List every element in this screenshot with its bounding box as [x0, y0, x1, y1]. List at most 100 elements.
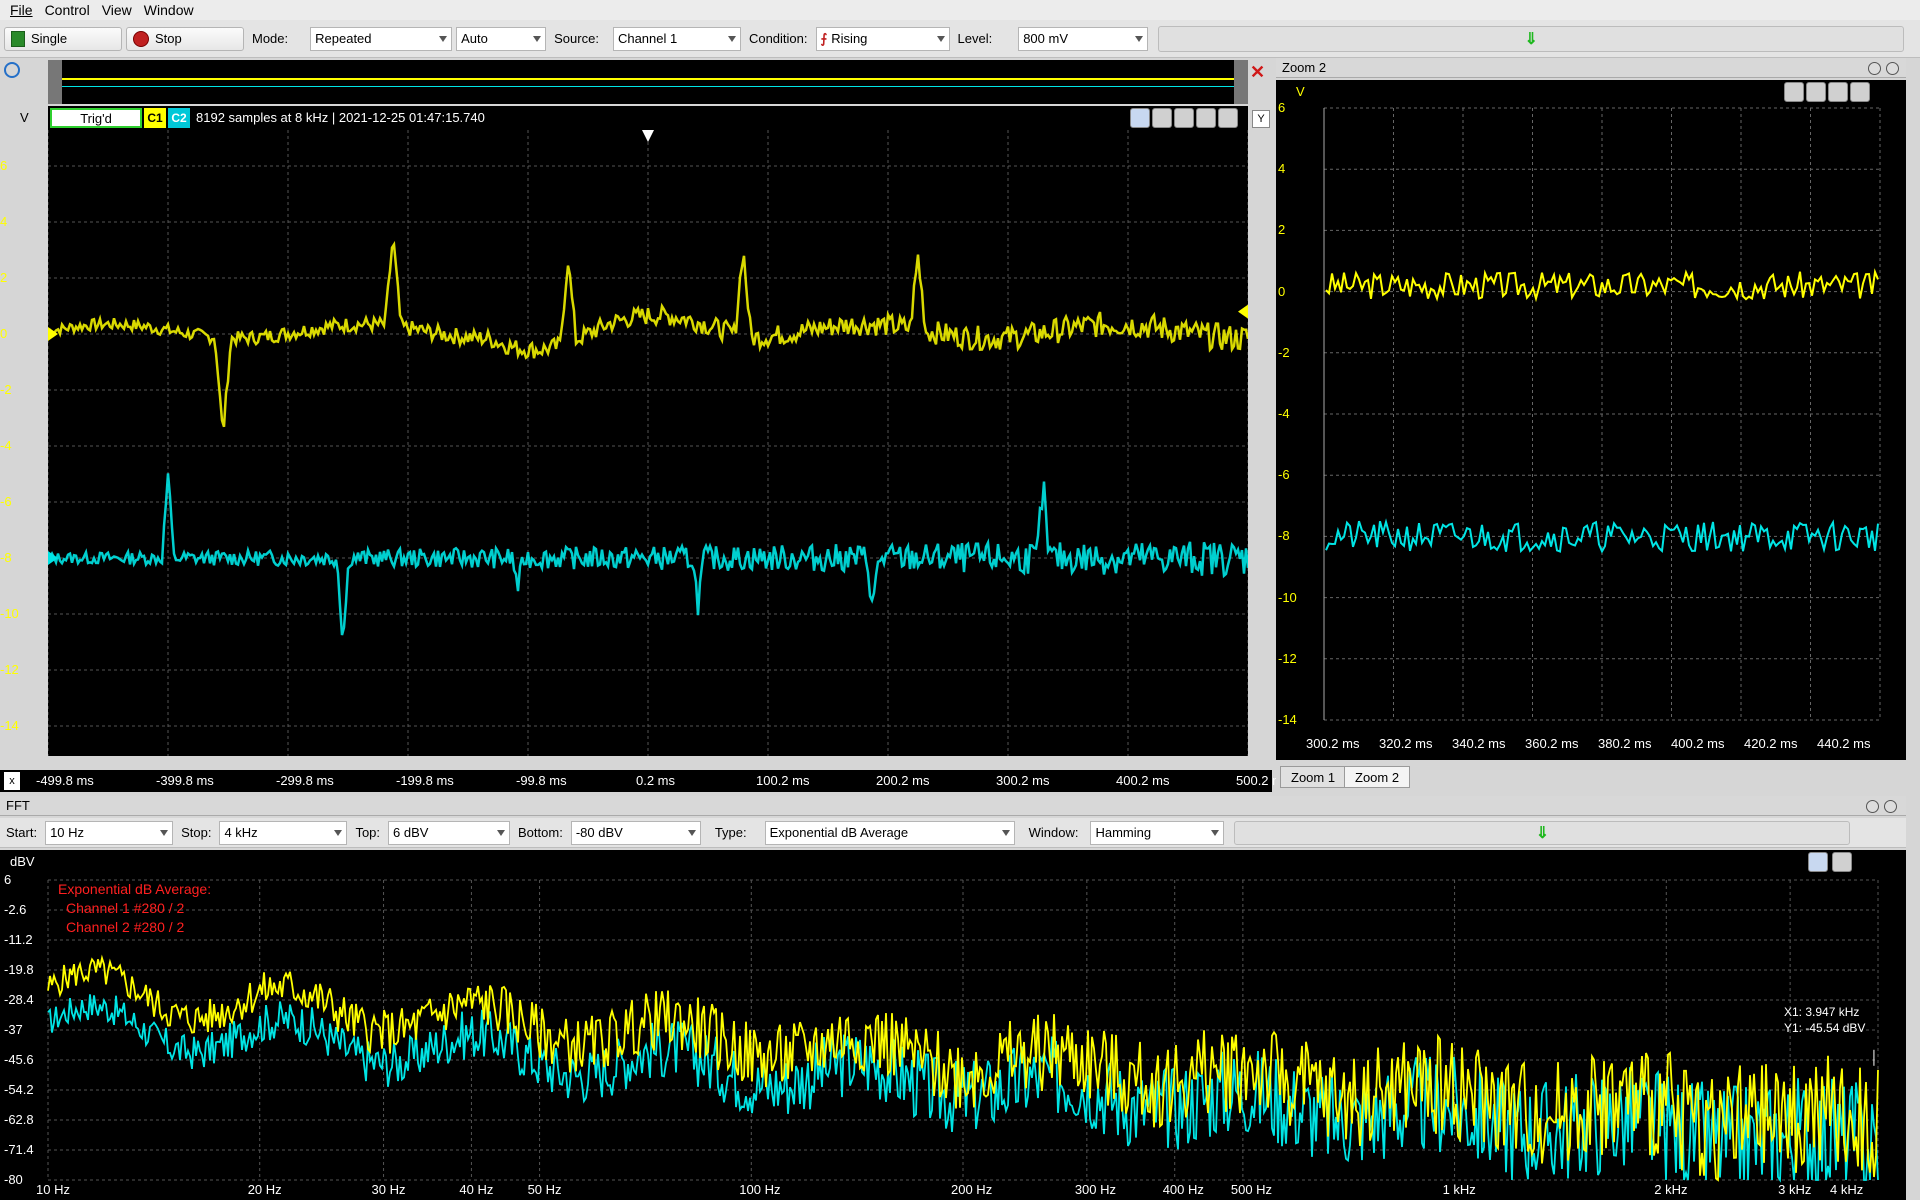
- scope-y-tick: -6: [0, 494, 12, 509]
- fft-type-select[interactable]: Exponential dB Average: [764, 820, 1015, 845]
- chevron-down-icon: [533, 35, 542, 42]
- fft-legend-ch2: Channel 2 #280 / 2: [66, 919, 185, 935]
- condition-select[interactable]: ⨍ Rising: [815, 26, 950, 51]
- zoom-y-tick: -8: [1278, 528, 1290, 544]
- fft-stop-label: Stop:: [181, 825, 212, 840]
- tab-zoom-1[interactable]: Zoom 1: [1280, 766, 1347, 788]
- condition-label: Condition:: [748, 31, 808, 46]
- overview-ch1-trace: [62, 78, 1234, 80]
- scope-x-tick: 400.2 ms: [1116, 773, 1170, 788]
- scope-display[interactable]: Trig'd C1 C2 8192 samples at 8 kHz | 202…: [48, 106, 1248, 756]
- align-center-icon[interactable]: [1174, 108, 1194, 128]
- fft-y-tick: -37: [4, 1022, 23, 1037]
- scope-x-tick: -199.8 ms: [396, 773, 454, 788]
- fft-x-tick: 300 Hz: [1074, 1182, 1117, 1197]
- scope-y-tick: -10: [0, 606, 19, 621]
- fft-cursor-x: X1: 3.947 kHz: [1784, 1005, 1860, 1019]
- chevron-down-icon: [727, 35, 736, 42]
- align-left-icon[interactable]: [1152, 108, 1172, 128]
- scope-x-tick: 0.2 ms: [636, 773, 676, 788]
- fft-y-tick: -19.8: [4, 962, 34, 977]
- zoom-align-right-icon[interactable]: [1828, 82, 1848, 102]
- magnifier-icon[interactable]: [4, 62, 20, 78]
- channel-1-badge[interactable]: C1: [144, 108, 166, 128]
- zoom-x-tick: 440.2 ms: [1817, 736, 1871, 751]
- zoom-align-left-icon[interactable]: [1784, 82, 1804, 102]
- scope-x-tick: 200.2 ms: [876, 773, 930, 788]
- fft-y-tick: -71.4: [4, 1142, 34, 1157]
- toolbar-expander[interactable]: ⇓: [1158, 25, 1905, 52]
- mode-value: Repeated: [315, 31, 372, 46]
- restore-icon[interactable]: [1868, 62, 1881, 75]
- fft-toolbar: Start: 10 Hz Stop: 4 kHz Top: 6 dBV Bott…: [0, 818, 1906, 848]
- source-select[interactable]: Channel 1: [612, 26, 741, 51]
- zoom-title: Zoom 2: [1282, 60, 1327, 75]
- fft-start-input[interactable]: 10 Hz: [45, 820, 174, 845]
- scope-y-tick: -4: [0, 438, 12, 453]
- menu-view[interactable]: View: [102, 2, 132, 18]
- zoom-y-tick: -10: [1278, 589, 1297, 605]
- settings-icon[interactable]: [1218, 108, 1238, 128]
- fft-display[interactable]: dBV Exponential dB Average: Channel 1 #2…: [0, 850, 1906, 1200]
- fft-bottom-input[interactable]: -80 dBV: [570, 820, 701, 845]
- tab-zoom-2[interactable]: Zoom 2: [1344, 766, 1411, 788]
- align-right-icon[interactable]: [1196, 108, 1216, 128]
- scope-y-tick: 4: [0, 214, 8, 229]
- scope-x-tick: -499.8 ms: [36, 773, 94, 788]
- fft-top-label: Top:: [355, 825, 381, 840]
- trigger-level-marker: [1238, 304, 1248, 319]
- overview-ch2-trace: [62, 86, 1234, 87]
- menu-window[interactable]: Window: [144, 2, 194, 18]
- auto-select[interactable]: Auto: [456, 26, 547, 51]
- fft-x-tick: 2 kHz: [1654, 1182, 1688, 1197]
- zoom-display[interactable]: V 6 4 2 0 -2 -4 -6 -8 -10 -12 -14 300.2 ms 320.2 ms…: [1276, 80, 1906, 760]
- acquisition-info: 8192 samples at 8 kHz | 2021-12-25 01:47…: [196, 110, 485, 125]
- fft-legend-title: Exponential dB Average:: [58, 881, 212, 897]
- fft-title: FFT: [6, 798, 30, 813]
- fft-close-icon[interactable]: [1884, 800, 1897, 813]
- scope-y-tick: -8: [0, 550, 12, 565]
- channel-2-badge[interactable]: C2: [168, 108, 190, 128]
- level-value: 800 mV: [1023, 31, 1069, 46]
- close-icon[interactable]: ✕: [1250, 62, 1265, 83]
- zoom-icon[interactable]: [1130, 108, 1150, 128]
- close-window-icon[interactable]: [1886, 62, 1899, 75]
- scope-x-tick: -299.8 ms: [276, 773, 334, 788]
- scope-x-tick: -99.8 ms: [516, 773, 567, 788]
- fft-window-select[interactable]: Hamming: [1090, 820, 1225, 845]
- fft-restore-icon[interactable]: [1866, 800, 1879, 813]
- fft-top-input[interactable]: 6 dBV: [388, 820, 511, 845]
- fft-bottom-label: Bottom:: [518, 825, 563, 840]
- fft-plot: [47, 879, 1879, 1183]
- fft-cursor-icon[interactable]: [1808, 852, 1828, 872]
- level-input[interactable]: 800 mV: [1018, 26, 1149, 51]
- zoom-y-tick: -12: [1278, 650, 1297, 666]
- zoom-settings-icon[interactable]: [1850, 82, 1870, 102]
- mode-label: Mode:: [252, 31, 289, 46]
- fft-title-bar: FFT: [0, 796, 1906, 816]
- fft-window-label: Window:: [1028, 825, 1079, 840]
- fft-x-tick: 100 Hz: [739, 1182, 781, 1197]
- x-axis-button[interactable]: x: [4, 772, 20, 790]
- mode-select[interactable]: Repeated: [310, 26, 453, 51]
- fft-toolbar-expander[interactable]: ⇓: [1234, 820, 1851, 845]
- chevron-down-icon: [439, 35, 448, 42]
- fft-settings-icon[interactable]: [1832, 852, 1852, 872]
- scope-x-tick: -399.8 ms: [156, 773, 214, 788]
- overview-strip[interactable]: [48, 60, 1248, 104]
- menu-control[interactable]: Control: [45, 2, 90, 18]
- stop-icon: [133, 30, 149, 47]
- chevron-down-icon: [497, 829, 506, 836]
- fft-stop-input[interactable]: 4 kHz: [219, 820, 348, 845]
- stop-button[interactable]: Stop: [126, 26, 244, 51]
- zoom-x-tick: 300.2 ms: [1306, 736, 1360, 751]
- fft-start-label: Start:: [6, 825, 38, 840]
- trigger-marker: [642, 130, 654, 142]
- fft-window-value: Hamming: [1095, 825, 1152, 840]
- scope-y-tick: -2: [0, 382, 12, 397]
- chevron-down-icon: [687, 829, 696, 836]
- menu-file[interactable]: File: [10, 2, 33, 18]
- zoom-align-center-icon[interactable]: [1806, 82, 1826, 102]
- y-axis-button[interactable]: Y: [1252, 110, 1270, 128]
- single-button[interactable]: Single: [4, 26, 122, 51]
